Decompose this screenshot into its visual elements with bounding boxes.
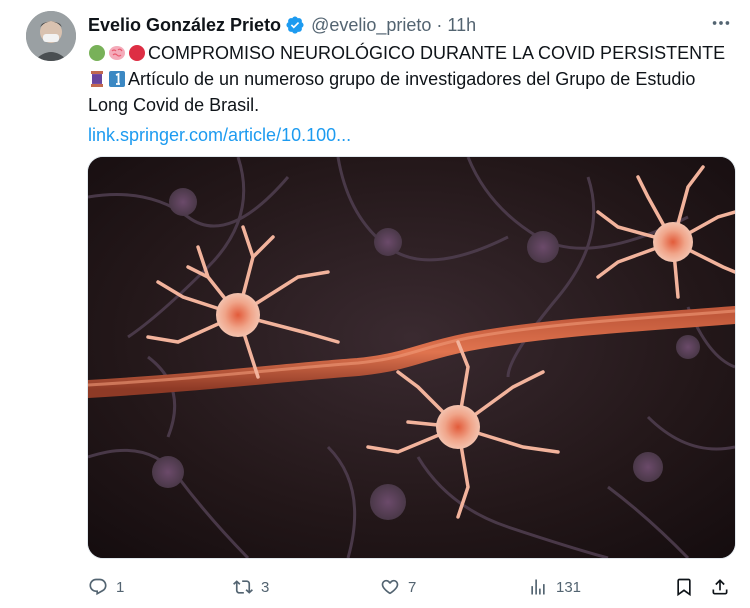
reply-button[interactable]: 1: [88, 574, 124, 600]
views-button[interactable]: 131: [528, 574, 581, 600]
retweet-count: 3: [261, 578, 270, 596]
tweet-line-2: Artículo de un numeroso grupo de investi…: [88, 66, 728, 92]
brain-icon: [109, 46, 125, 60]
bookmark-icon: [677, 578, 691, 597]
more-options-icon[interactable]: [710, 12, 732, 34]
tweet-line-1: COMPROMISO NEUROLÓGICO DURANTE LA COVID …: [88, 40, 728, 66]
reply-icon: [89, 578, 107, 596]
tweet-media-image[interactable]: [87, 156, 736, 559]
author-handle[interactable]: @evelio_prieto: [311, 15, 431, 36]
like-button[interactable]: 7: [380, 574, 416, 600]
tweet-time[interactable]: 11h: [447, 15, 476, 36]
heart-icon: [381, 579, 399, 595]
keycap-1-icon: [109, 71, 125, 87]
green-circle-icon: [89, 45, 105, 61]
views-count: 131: [556, 578, 582, 596]
tweet-header: Evelio González Prieto @evelio_prieto · …: [88, 12, 476, 38]
like-count: 7: [408, 578, 417, 596]
reply-count: 1: [116, 578, 125, 596]
avatar[interactable]: [26, 11, 76, 61]
separator-dot: ·: [436, 14, 443, 35]
tweet-body-line-1: Artículo de un numeroso grupo de investi…: [128, 69, 696, 89]
share-icon: [712, 579, 728, 595]
retweet-button[interactable]: 3: [233, 574, 269, 600]
tweet-line-3: Long Covid de Brasil.: [88, 92, 728, 118]
article-link[interactable]: link.springer.com/article/10.100...: [88, 122, 728, 148]
tweet-headline: COMPROMISO NEUROLÓGICO DURANTE LA COVID …: [148, 43, 726, 63]
verified-badge-icon: [286, 16, 304, 34]
thread-spool-icon: [91, 71, 103, 87]
red-circle-icon: [129, 45, 145, 61]
tweet-text: COMPROMISO NEUROLÓGICO DURANTE LA COVID …: [88, 40, 728, 148]
author-name[interactable]: Evelio González Prieto: [88, 15, 281, 36]
avatar-image: [26, 11, 76, 61]
tweet-actions: 1 3 7 131: [88, 574, 734, 600]
retweet-icon: [233, 580, 253, 594]
bookmark-button[interactable]: [674, 574, 702, 600]
share-button[interactable]: [710, 574, 738, 600]
views-chart-icon: [531, 579, 545, 595]
neurons-illustration: [88, 157, 735, 558]
tweet-body-line-2: Long Covid de Brasil.: [88, 95, 260, 115]
